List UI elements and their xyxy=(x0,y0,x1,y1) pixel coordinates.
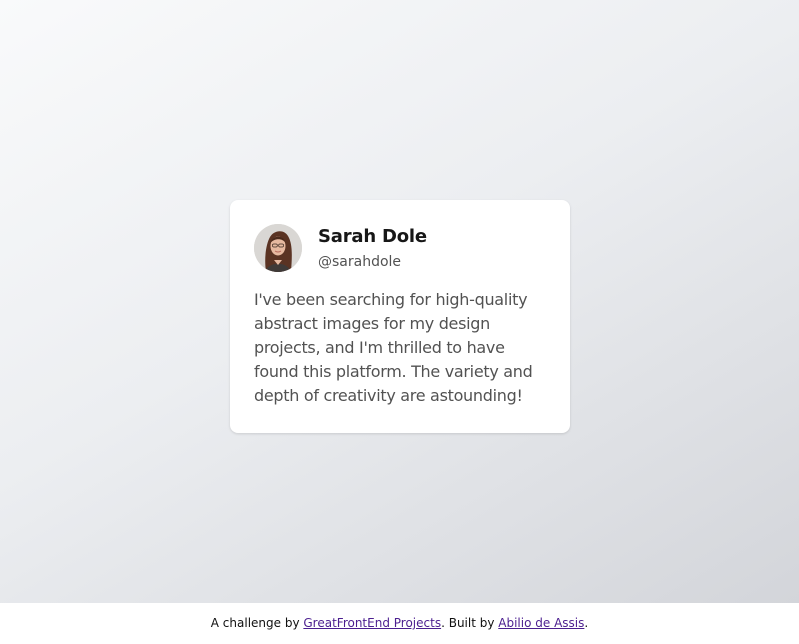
footer-middle: . Built by xyxy=(441,616,499,630)
footer-suffix: . xyxy=(584,616,589,630)
author-handle: @sarahdole xyxy=(318,254,402,270)
greatfrontend-link[interactable]: GreatFrontEnd Projects xyxy=(303,616,441,630)
testimonial-author: Sarah Dole @sarahdole xyxy=(254,224,546,272)
author-info: Sarah Dole @sarahdole xyxy=(318,224,427,272)
footer-prefix: A challenge by xyxy=(210,616,304,630)
testimonial-quote: I've been searching for high-quality abs… xyxy=(254,290,533,405)
avatar-image xyxy=(254,224,302,272)
avatar xyxy=(254,224,302,272)
footer: A challenge by GreatFrontEnd Projects. B… xyxy=(0,603,799,644)
author-name: Sarah Dole xyxy=(318,226,427,247)
testimonial-card: Sarah Dole @sarahdole I've been searchin… xyxy=(230,200,570,433)
page-background: Sarah Dole @sarahdole I've been searchin… xyxy=(0,0,799,603)
author-link[interactable]: Abilio de Assis xyxy=(498,616,584,630)
